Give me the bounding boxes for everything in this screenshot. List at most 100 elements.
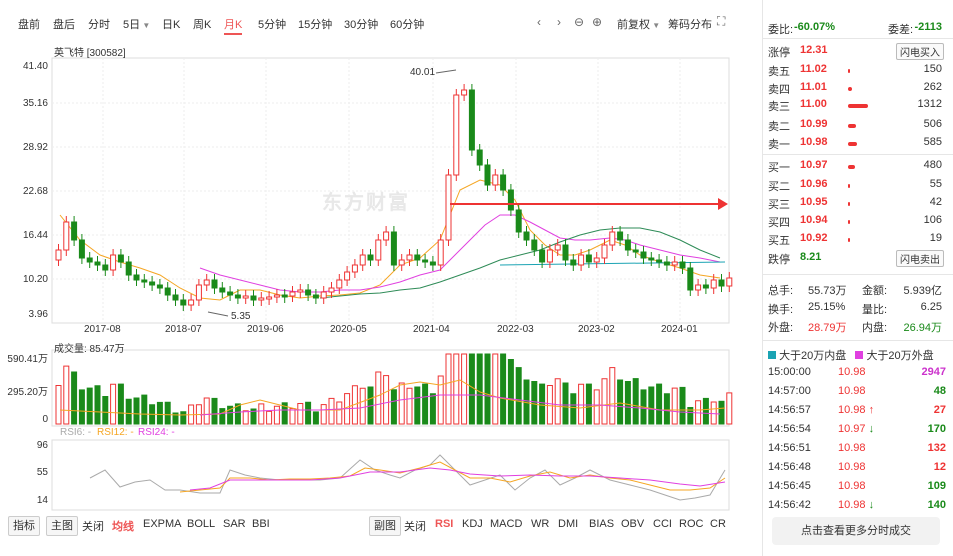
candle [648, 257, 655, 261]
tick-volume: 132 [927, 442, 946, 454]
ask-row[interactable]: 卖二 10.99 506 [768, 118, 948, 135]
ask-row[interactable]: 卖四 11.01 262 [768, 81, 948, 98]
x-tick: 2022-03 [497, 324, 534, 335]
main-chart-button[interactable]: 主图 [46, 516, 78, 536]
limit-up-row: 涨停 12.31 闪电买入 [768, 43, 948, 61]
indicator-roc[interactable]: ROC [679, 518, 703, 530]
main-close-button[interactable]: 关闭 [82, 518, 104, 534]
rsi-tick: 96 [36, 440, 48, 451]
weibi-row: 委比: -60.07% 委差: -2113 [768, 21, 948, 38]
candle [484, 164, 491, 186]
level-label: 买五 [768, 235, 790, 247]
y-tick: 3.96 [28, 309, 48, 320]
volume-bar [648, 386, 655, 425]
level-volume: 150 [923, 63, 942, 75]
support-line [499, 261, 726, 266]
tick-volume: 170 [927, 423, 946, 435]
level-label: 卖五 [768, 66, 790, 78]
indicator-obv[interactable]: OBV [621, 518, 644, 530]
bid-row[interactable]: 买五 10.92 19 [768, 232, 948, 249]
level-volume: 1312 [917, 98, 942, 110]
candle [437, 239, 444, 266]
weibi-value: -60.07% [794, 21, 835, 33]
level-price: 10.95 [800, 196, 828, 208]
volume-bar [203, 397, 210, 425]
flash-sell-button[interactable]: 闪电卖出 [896, 250, 944, 267]
bid-row[interactable]: 买二 10.96 55 [768, 178, 948, 195]
candle [429, 261, 436, 266]
x-tick: 2021-04 [413, 324, 450, 335]
volume-bar [500, 353, 507, 425]
volume-bar [328, 397, 335, 425]
tick-arrow-icon: ↓ [868, 499, 875, 511]
depth-bar [848, 104, 868, 108]
sub-close-button[interactable]: 关闭 [404, 518, 426, 534]
divider [762, 154, 953, 155]
indicator-macd[interactable]: MACD [490, 518, 522, 530]
ask-row[interactable]: 卖三 11.00 1312 [768, 98, 948, 115]
volume-bar [71, 371, 78, 425]
volume-bar [63, 365, 70, 425]
stat-label: 换手: [768, 304, 794, 316]
candle [110, 254, 117, 271]
depth-bar [848, 142, 857, 146]
more-ticks-button[interactable]: 点击查看更多分时成交 [772, 517, 940, 545]
candle [585, 254, 592, 263]
level-label: 买一 [768, 162, 790, 174]
stat-label: 内盘: [862, 322, 888, 334]
level-label: 卖四 [768, 84, 790, 96]
indicator-bias[interactable]: BIAS [589, 518, 614, 530]
indicator-cci[interactable]: CCI [653, 518, 672, 530]
volume-bar [289, 408, 296, 425]
volume-bar [320, 404, 327, 425]
indicator-dmi[interactable]: DMI [558, 518, 578, 530]
tick-volume: 140 [927, 499, 946, 511]
rsi12-line [179, 461, 726, 493]
flash-buy-button[interactable]: 闪电买入 [896, 43, 944, 60]
volume-bar [375, 371, 382, 425]
volume-bar [305, 401, 312, 425]
indicator-rsi[interactable]: RSI [435, 518, 453, 530]
stat-label: 外盘: [768, 322, 794, 334]
indicator-boll[interactable]: BOLL [187, 518, 215, 530]
volume-bar [663, 393, 670, 425]
indicator-sar[interactable]: SAR [223, 518, 246, 530]
limit-down-value: 8.21 [800, 251, 822, 263]
x-tick: 2017-08 [84, 324, 121, 335]
bid-row[interactable]: 买三 10.95 42 [768, 196, 948, 213]
sub-chart-button[interactable]: 副图 [369, 516, 401, 536]
level-volume: 480 [923, 159, 942, 171]
volume-bar [671, 387, 678, 425]
indicator-ma[interactable]: 均线 [112, 518, 134, 534]
volume-bar [86, 387, 93, 425]
candle [367, 254, 374, 261]
bid-row[interactable]: 买四 10.94 106 [768, 214, 948, 231]
kline-chart[interactable] [0, 0, 760, 516]
ask-row[interactable]: 卖五 11.02 150 [768, 63, 948, 80]
volume-bar [110, 383, 117, 425]
indicator-kdj[interactable]: KDJ [462, 518, 483, 530]
indicator-cr[interactable]: CR [710, 518, 726, 530]
volume-bar [624, 381, 631, 425]
candle [624, 239, 631, 251]
level-price: 10.99 [800, 118, 828, 130]
volume-bar [468, 353, 475, 425]
volume-bar [117, 383, 124, 425]
x-tick: 2024-01 [661, 324, 698, 335]
stat-value: 28.79万 [808, 322, 847, 334]
candle [609, 231, 616, 246]
bid-row[interactable]: 买一 10.97 480 [768, 159, 948, 176]
ask-row[interactable]: 卖一 10.98 585 [768, 136, 948, 153]
stat-value: 55.73万 [808, 285, 847, 297]
indicator-bbi[interactable]: BBI [252, 518, 270, 530]
indicator-expma[interactable]: EXPMA [143, 518, 182, 530]
volume-bar [219, 408, 226, 425]
indicator-wr[interactable]: WR [531, 518, 549, 530]
x-tick: 2020-05 [330, 324, 367, 335]
volume-bar [531, 381, 538, 425]
candle [172, 294, 179, 301]
y-tick: 10.20 [22, 274, 48, 285]
volume-bar [484, 353, 491, 425]
volume-bar [383, 375, 390, 425]
y-tick: 35.16 [22, 98, 48, 109]
